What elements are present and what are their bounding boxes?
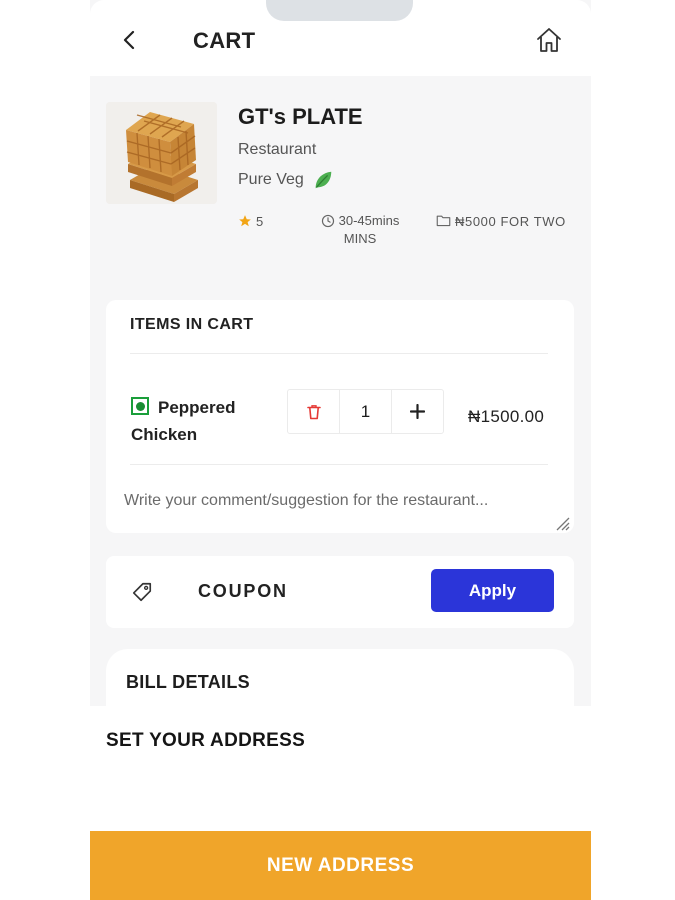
apply-coupon-button[interactable]: Apply bbox=[431, 569, 554, 612]
restaurant-info: GT's PLATE Restaurant Pure Veg 5 30-45mi… bbox=[90, 76, 591, 276]
cost-value: ₦5000 FOR TWO bbox=[455, 214, 566, 229]
divider bbox=[130, 353, 548, 354]
restaurant-image bbox=[106, 102, 217, 204]
address-sheet: SET YOUR ADDRESS NEW ADDRESS bbox=[0, 706, 675, 900]
diet-label: Pure Veg bbox=[238, 171, 304, 188]
cart-items-card: ITEMS IN CART Peppered Chicken 1 ₦1500.0… bbox=[106, 300, 574, 533]
comment-field[interactable] bbox=[124, 490, 564, 532]
restaurant-name: GT's PLATE bbox=[238, 104, 363, 129]
restaurant-type: Restaurant bbox=[238, 141, 317, 158]
cart-item-price: ₦1500.00 bbox=[468, 407, 545, 426]
divider bbox=[130, 464, 548, 465]
resize-grip-icon[interactable] bbox=[554, 515, 570, 531]
clock-icon bbox=[321, 214, 334, 228]
folder-icon bbox=[436, 215, 451, 227]
waffle-image bbox=[106, 102, 217, 204]
star-icon bbox=[239, 215, 251, 227]
time-range: 30-45mins bbox=[338, 213, 400, 228]
quantity-value: 1 bbox=[340, 390, 392, 433]
restaurant-rating: 5 bbox=[238, 214, 263, 229]
cart-item-name: Peppered Chicken bbox=[131, 398, 236, 444]
rating-value: 5 bbox=[256, 214, 264, 229]
page-title: CART bbox=[193, 28, 256, 53]
coupon-label: COUPON bbox=[198, 581, 288, 601]
time-unit: MINS bbox=[343, 231, 377, 246]
cart-section-title: ITEMS IN CART bbox=[130, 316, 254, 333]
tag-icon bbox=[132, 582, 152, 602]
cost-for-two: ₦5000 FOR TWO bbox=[436, 214, 566, 229]
new-address-button[interactable]: NEW ADDRESS bbox=[90, 831, 591, 900]
leaf-icon bbox=[315, 171, 332, 189]
chevron-left-icon bbox=[123, 30, 135, 50]
home-button[interactable] bbox=[534, 25, 564, 55]
veg-indicator-icon bbox=[131, 397, 149, 415]
restaurant-diet: Pure Veg bbox=[238, 169, 334, 191]
device-notch bbox=[266, 0, 413, 21]
plus-icon bbox=[410, 404, 425, 419]
home-icon bbox=[537, 28, 561, 52]
coupon-card: COUPON Apply bbox=[106, 556, 574, 628]
trash-icon bbox=[306, 404, 321, 419]
back-button[interactable] bbox=[118, 28, 142, 52]
delivery-time: 30-45mins MINS bbox=[310, 212, 410, 248]
delete-item-button[interactable] bbox=[288, 390, 340, 433]
address-title: SET YOUR ADDRESS bbox=[106, 730, 306, 751]
increase-quantity-button[interactable] bbox=[392, 390, 443, 433]
bill-details-title: BILL DETAILS bbox=[126, 672, 250, 692]
quantity-stepper: 1 bbox=[287, 389, 444, 434]
